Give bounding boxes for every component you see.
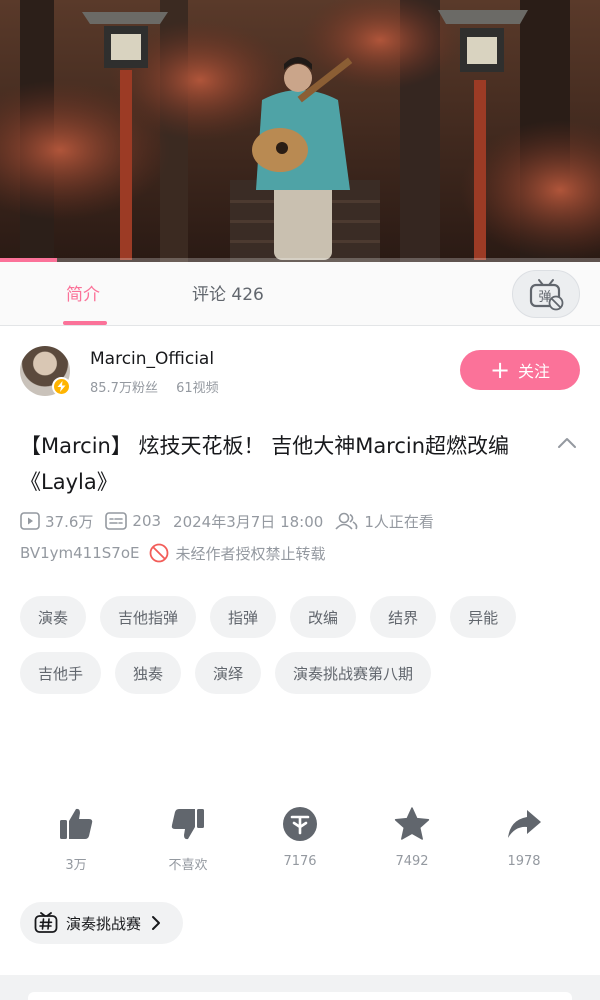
danmaku-count: 203	[132, 512, 162, 530]
topic-label: 演奏挑战赛	[66, 914, 142, 933]
like-button[interactable]: 3万	[20, 806, 132, 873]
share-icon	[508, 810, 541, 838]
viewers-icon	[335, 512, 358, 530]
tag-chip[interactable]: 演奏	[20, 596, 87, 638]
follow-label: 关注	[518, 362, 551, 381]
view-stat: 37.6万	[20, 511, 93, 532]
dislike-button[interactable]: 不喜欢	[132, 806, 244, 873]
danmaku-toggle-button[interactable]: 弹	[512, 270, 580, 318]
favorite-button[interactable]: 7492	[356, 806, 468, 869]
copyright-notice: 未经作者授权禁止转载	[175, 544, 326, 563]
star-icon	[394, 807, 430, 840]
tag-list: 演奏 吉他指弹 指弹 改编 结界 异能 吉他手 独奏 演绎 演奏挑战赛第八期	[20, 596, 580, 708]
tag-chip[interactable]: 指弹	[210, 596, 277, 638]
bvid[interactable]: BV1ym411S7oE	[20, 544, 139, 562]
tag-chip[interactable]: 吉他手	[20, 652, 102, 694]
video-meta-secondary: BV1ym411S7oE 未经作者授权禁止转载	[20, 542, 326, 564]
topic-chip[interactable]: 演奏挑战赛	[20, 902, 184, 944]
danmaku-stat: 203	[105, 512, 161, 530]
tab-bar: 简介 评论 426	[0, 262, 600, 326]
chevron-up-icon[interactable]	[556, 432, 578, 454]
video-title: 【Marcin】 炫技天花板！ 吉他大神Marcin超燃改编《Layla》	[20, 434, 510, 494]
follow-button[interactable]: + 关注	[460, 350, 580, 390]
dislike-label: 不喜欢	[168, 858, 208, 873]
video-player[interactable]	[0, 0, 600, 262]
tag-chip[interactable]: 异能	[450, 596, 517, 638]
uploader-name[interactable]: Marcin_Official	[90, 349, 214, 369]
video-count: 61视频	[176, 381, 219, 396]
tag-chip[interactable]: 演奏挑战赛第八期	[275, 652, 432, 694]
tag-chip[interactable]: 演绎	[195, 652, 262, 694]
tag-chip[interactable]: 独奏	[115, 652, 182, 694]
watching-count: 1人正在看	[364, 512, 434, 531]
tab-comments[interactable]: 评论 426	[192, 280, 264, 305]
danmaku-count-icon	[105, 512, 128, 530]
favorite-count: 7492	[395, 854, 429, 869]
tag-chip[interactable]: 改编	[290, 596, 357, 638]
verified-badge-icon	[52, 377, 71, 396]
action-bar: 3万 不喜欢 7176 7492 1978	[20, 806, 580, 876]
coin-count: 7176	[283, 854, 317, 869]
plus-icon: +	[489, 356, 511, 384]
coin-button[interactable]: 7176	[244, 806, 356, 869]
thumbs-up-icon	[60, 808, 93, 839]
active-tab-indicator	[63, 321, 107, 325]
watching-stat: 1人正在看	[335, 511, 434, 532]
video-frame	[0, 0, 600, 262]
tag-chip[interactable]: 吉他指弹	[100, 596, 197, 638]
share-button[interactable]: 1978	[468, 806, 580, 869]
follower-count: 85.7万粉丝	[90, 381, 158, 396]
hashtag-icon	[34, 912, 58, 933]
tab-intro[interactable]: 简介	[66, 280, 100, 305]
coin-icon	[283, 807, 317, 841]
next-section-card	[28, 992, 572, 1000]
share-count: 1978	[507, 854, 541, 869]
like-count: 3万	[65, 858, 87, 873]
tag-chip[interactable]: 结界	[370, 596, 437, 638]
chevron-right-icon	[152, 916, 161, 930]
video-meta: 37.6万 203 2024年3月7日 18:00 1人正在看	[20, 510, 446, 532]
no-repost-icon	[150, 543, 169, 563]
view-count: 37.6万	[45, 512, 94, 531]
danmaku-off-icon: 弹	[529, 279, 564, 311]
publish-time: 2024年3月7日 18:00	[173, 512, 324, 531]
thumbs-down-icon	[171, 809, 204, 840]
uploader-stats: 85.7万粉丝 61视频	[90, 377, 219, 396]
play-count-icon	[20, 512, 40, 530]
